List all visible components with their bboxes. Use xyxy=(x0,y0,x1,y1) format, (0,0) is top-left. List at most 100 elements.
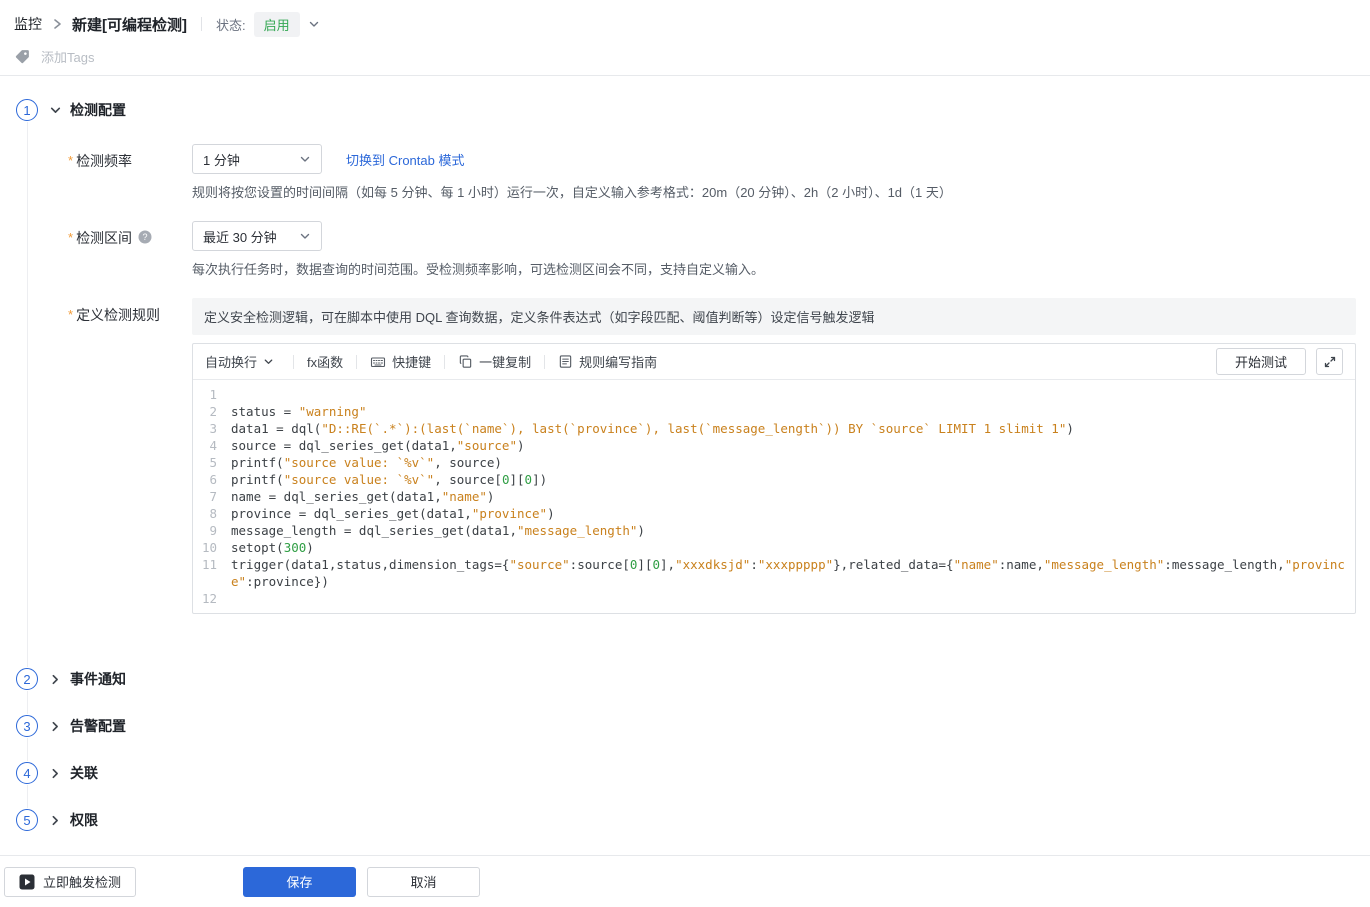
line-number: 11 xyxy=(201,557,217,572)
start-test-button[interactable]: 开始测试 xyxy=(1215,348,1306,375)
code-line[interactable]: 7 name = dql_series_get(data1,"name") xyxy=(193,488,1355,505)
chevron-right-icon[interactable] xyxy=(49,720,62,733)
copy-icon xyxy=(459,355,472,368)
line-number: 1 xyxy=(209,387,217,402)
field-frequency-label: * 检测频率 xyxy=(68,153,133,169)
main-content: 1 检测配置 * 检测频率 1 分钟 切换到 Crontab 模式 规则将按您设… xyxy=(0,76,1370,855)
add-tags-field[interactable]: 添加Tags xyxy=(41,47,94,66)
help-icon[interactable]: ? xyxy=(138,230,152,247)
word-wrap-dropdown[interactable]: 自动换行 xyxy=(205,352,280,371)
required-asterisk: * xyxy=(68,153,74,168)
toolbar-separator xyxy=(293,354,295,369)
section-body: * 检测频率 1 分钟 切换到 Crontab 模式 规则将按您设置的时间间隔（… xyxy=(27,122,1356,644)
chevron-right-icon[interactable] xyxy=(49,767,62,780)
line-number: 2 xyxy=(209,404,217,419)
toolbar-separator xyxy=(356,354,358,369)
code-line[interactable]: 3 data1 = dql("D::RE(`.*`):(last(`name`),… xyxy=(193,420,1355,437)
section-header-permissions[interactable]: 5 权限 xyxy=(16,808,1356,832)
line-number: 10 xyxy=(201,540,217,555)
status-badge[interactable]: 启用 xyxy=(253,11,300,37)
frequency-description: 规则将按您设置的时间间隔（如每 5 分钟、每 1 小时）运行一次，自定义输入参考… xyxy=(192,185,952,200)
code-line[interactable]: 9 message_length = dql_series_get(data1,"… xyxy=(193,522,1355,539)
chevron-right-icon xyxy=(51,18,63,30)
code-lines[interactable]: 1 2 status = "warning" 3 data1 = dql("D::RE(… xyxy=(193,380,1355,613)
frequency-select[interactable]: 1 分钟 xyxy=(192,144,322,174)
step-number: 3 xyxy=(16,715,38,737)
step-number: 2 xyxy=(16,668,38,690)
section-title: 关联 xyxy=(70,765,98,781)
code-editor: 自动换行 fx函数 快捷键 一键复制 规则编写指南 开始测试 1 2 statu… xyxy=(192,343,1356,614)
expand-icon xyxy=(1324,356,1335,367)
section-header-relations[interactable]: 4 关联 xyxy=(16,761,1356,785)
step-connector xyxy=(27,691,28,714)
copy-button[interactable]: 一键复制 xyxy=(458,352,531,371)
section-header-detect-config[interactable]: 1 检测配置 xyxy=(16,98,1356,122)
status-label: 状态: xyxy=(216,17,246,33)
switch-crontab-link[interactable]: 切换到 Crontab 模式 xyxy=(346,150,464,169)
chevron-down-icon xyxy=(300,233,310,239)
code-line[interactable]: 5 printf("source value: `%v`", source) xyxy=(193,454,1355,471)
code-line[interactable]: 1 xyxy=(193,386,1355,403)
field-rule-label: * 定义检测规则 xyxy=(68,307,161,323)
footer-bar: 立即触发检测 保存 取消 xyxy=(0,855,1370,907)
shortcuts-button[interactable]: 快捷键 xyxy=(370,352,431,371)
breadcrumb: 监控 新建[可编程检测] 状态: 启用 xyxy=(14,10,1356,38)
trigger-detect-button[interactable]: 立即触发检测 xyxy=(4,866,137,897)
keyboard-icon xyxy=(371,356,386,367)
section-title: 检测配置 xyxy=(70,102,126,118)
required-asterisk: * xyxy=(68,307,74,322)
chevron-right-icon[interactable] xyxy=(49,814,62,827)
line-number: 9 xyxy=(209,523,217,538)
chevron-down-icon xyxy=(263,356,280,367)
tag-icon xyxy=(14,48,31,65)
page-title: 新建[可编程检测] xyxy=(72,16,187,34)
cancel-button[interactable]: 取消 xyxy=(367,866,481,897)
required-asterisk: * xyxy=(68,230,74,245)
step-connector xyxy=(27,738,28,761)
field-rule: * 定义检测规则 定义安全检测逻辑，可在脚本中使用 DQL 查询数据，定义条件表… xyxy=(68,298,1356,614)
chevron-right-icon[interactable] xyxy=(49,673,62,686)
fx-functions-button[interactable]: fx函数 xyxy=(307,352,343,371)
line-number: 5 xyxy=(209,455,217,470)
code-line[interactable]: 12 xyxy=(193,590,1355,607)
tags-row: 添加Tags xyxy=(14,41,1356,75)
interval-select[interactable]: 最近 30 分钟 xyxy=(192,221,322,251)
rule-guide-link[interactable]: 规则编写指南 xyxy=(558,352,657,371)
section-detect-config: 1 检测配置 * 检测频率 1 分钟 切换到 Crontab 模式 规则将按您设… xyxy=(16,98,1356,644)
interval-description: 每次执行任务时，数据查询的时间范围。受检测频率影响，可选检测区间会不同，支持自定… xyxy=(192,262,765,277)
step-connector xyxy=(27,644,28,667)
code-line[interactable]: 8 province = dql_series_get(data1,"provin… xyxy=(193,505,1355,522)
code-line[interactable]: 11 trigger(data1,status,dimension_tags={"… xyxy=(193,556,1355,590)
step-number: 5 xyxy=(16,809,38,831)
field-interval: * 检测区间 ? 最近 30 分钟 每次执行任务时，数据查询的时间范围。受检测频… xyxy=(68,221,1356,279)
rule-hint-bar: 定义安全检测逻辑，可在脚本中使用 DQL 查询数据，定义条件表达式（如字段匹配、… xyxy=(192,298,1356,335)
save-button[interactable]: 保存 xyxy=(243,866,357,897)
toolbar-separator xyxy=(544,354,546,369)
code-line[interactable]: 6 printf("source value: `%v`", source[0][… xyxy=(193,471,1355,488)
field-frequency: * 检测频率 1 分钟 切换到 Crontab 模式 规则将按您设置的时间间隔（… xyxy=(68,144,1356,202)
editor-toolbar: 自动换行 fx函数 快捷键 一键复制 规则编写指南 开始测试 xyxy=(193,344,1355,380)
line-number: 4 xyxy=(209,438,217,453)
fullscreen-button[interactable] xyxy=(1316,348,1343,375)
section-title: 事件通知 xyxy=(70,671,126,687)
section-header-alert-config[interactable]: 3 告警配置 xyxy=(16,714,1356,738)
breadcrumb-root-link[interactable]: 监控 xyxy=(14,14,42,34)
chevron-down-icon[interactable] xyxy=(308,18,320,30)
page: 监控 新建[可编程检测] 状态: 启用 添加Tags 1 检测配置 * 检测频率… xyxy=(0,0,1370,907)
section-title: 权限 xyxy=(70,812,98,828)
code-line[interactable]: 4 source = dql_series_get(data1,"source") xyxy=(193,437,1355,454)
section-title: 告警配置 xyxy=(70,718,126,734)
code-line[interactable]: 2 status = "warning" xyxy=(193,403,1355,420)
step-number: 4 xyxy=(16,762,38,784)
chevron-down-icon[interactable] xyxy=(49,104,62,117)
toolbar-separator xyxy=(444,354,446,369)
document-icon xyxy=(559,355,572,368)
field-interval-label: * 检测区间 ? xyxy=(68,221,192,279)
code-line[interactable]: 10 setopt(300) xyxy=(193,539,1355,556)
step-connector xyxy=(27,785,28,808)
play-icon xyxy=(19,874,35,889)
line-number: 8 xyxy=(209,506,217,521)
line-number: 12 xyxy=(201,591,217,606)
svg-text:?: ? xyxy=(143,232,148,242)
section-header-event-notify[interactable]: 2 事件通知 xyxy=(16,667,1356,691)
